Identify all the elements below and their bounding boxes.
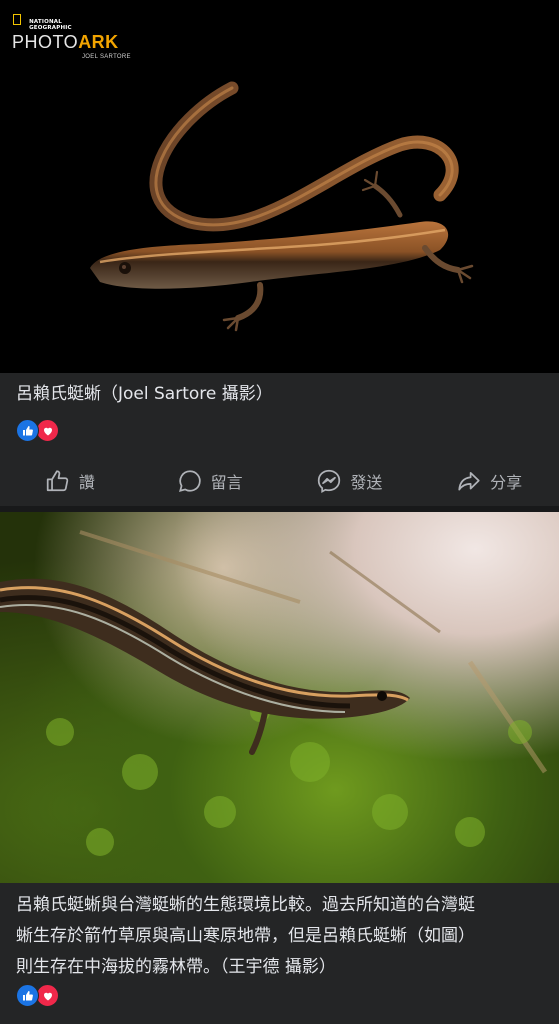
lizard-illustration [90,81,474,332]
post2-reaction-summary[interactable] [16,984,62,1007]
like-reaction-icon [16,419,39,442]
like-label: 讚 [78,473,95,492]
reaction-summary[interactable] [16,419,62,442]
comment-button[interactable]: 留言 [140,456,280,506]
post2-caption-text: 呂賴氏蜓蜥與台灣蜓蜥的生態環境比較。過去所知道的台灣蜓 蜥生存於箭竹草原與高山寒… [16,895,475,977]
post-caption-text: 呂賴氏蜓蜥（Joel Sartore 攝影） [16,384,273,404]
send-label: 發送 [350,473,383,492]
send-button[interactable]: 發送 [280,456,420,506]
comment-label: 留言 [210,473,243,492]
love-reaction-icon [36,984,59,1007]
share-icon [458,472,480,491]
post-action-bar: 讚 留言 發送 分享 [0,456,559,506]
messenger-icon [318,469,341,493]
love-reaction-icon [36,419,59,442]
share-label: 分享 [490,473,523,492]
like-reaction-icon [16,984,39,1007]
like-button[interactable]: 讚 [0,456,140,506]
share-button[interactable]: 分享 [419,456,559,506]
lizard-on-moss-illustration [0,530,548,856]
comment-icon [178,470,201,492]
thumbs-up-icon [46,470,69,492]
post-photo-lizard-black-background[interactable]: NATIONAL GEOGRAPHIC PHOTOARK JOEL SARTOR… [0,0,559,373]
post2-caption-section: 呂賴氏蜓蜥與台灣蜓蜥的生態環境比較。過去所知道的台灣蜓 蜥生存於箭竹草原與高山寒… [0,883,559,1024]
post-photo-lizard-on-moss[interactable] [0,512,559,883]
